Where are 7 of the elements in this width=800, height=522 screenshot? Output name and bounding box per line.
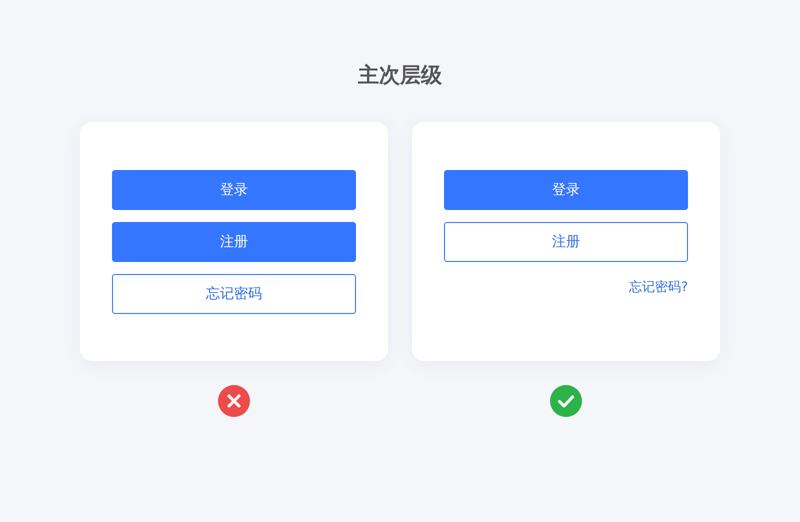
primary-button[interactable]: 注册: [112, 222, 356, 262]
primary-button[interactable]: 登录: [112, 170, 356, 210]
secondary-button[interactable]: 忘记密码: [112, 274, 356, 314]
primary-button[interactable]: 登录: [444, 170, 688, 210]
forgot-password-link[interactable]: 忘记密码?: [629, 278, 688, 296]
secondary-button[interactable]: 注册: [444, 222, 688, 262]
page-title: 主次层级: [358, 62, 442, 89]
